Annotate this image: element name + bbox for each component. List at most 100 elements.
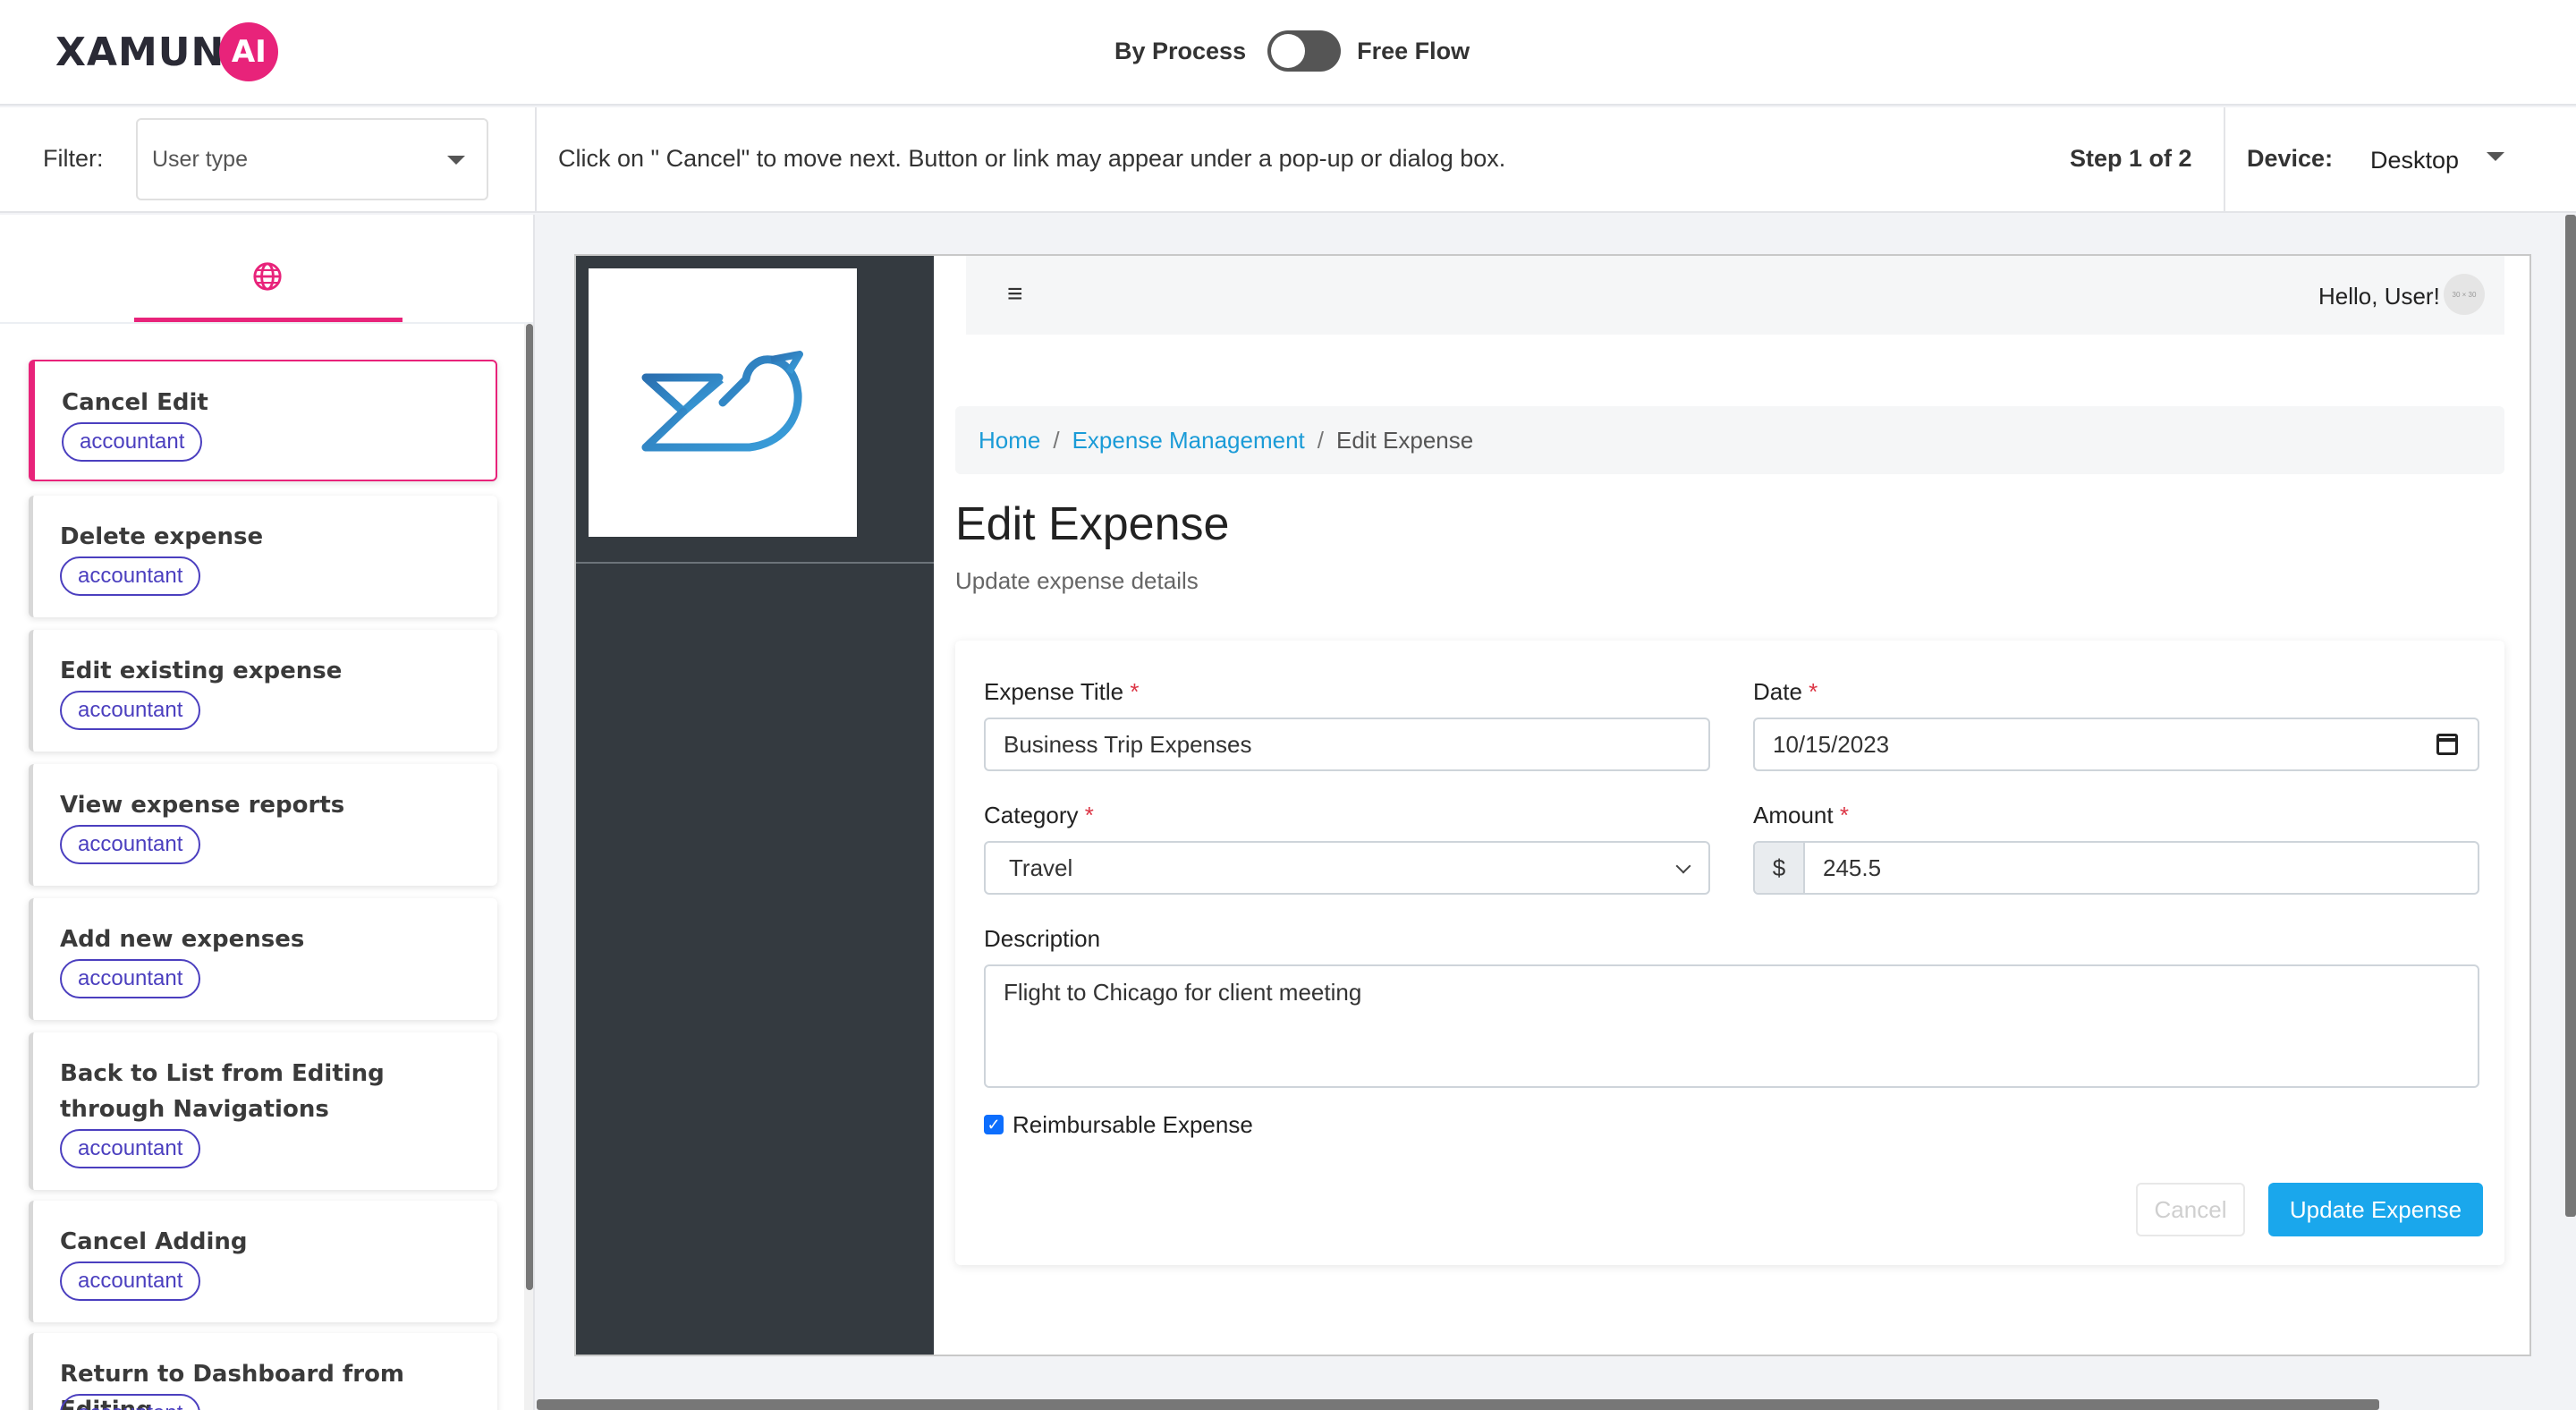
avatar-placeholder-text: 30 × 30 [2452,290,2477,299]
avatar[interactable]: 30 × 30 [2444,274,2485,315]
role-badge: accountant [60,825,201,864]
scenario-title: Cancel Edit [62,389,208,416]
breadcrumb-current: Edit Expense [1336,426,1474,454]
cancel-button[interactable]: Cancel [2136,1183,2245,1236]
scenario-card-add-new-expenses[interactable]: Add new expenses accountant [29,898,497,1020]
input-value: Business Trip Expenses [1004,730,1252,758]
breadcrumb: Home / Expense Management / Edit Expense [955,406,2504,474]
device-select[interactable]: Desktop [2370,147,2459,174]
calendar-icon[interactable] [2436,734,2458,755]
app-topbar: ≡ Hello, User! 30 × 30 [966,256,2504,335]
app-sidebar [576,256,934,1355]
textarea-value: Flight to Chicago for client meeting [1004,979,1362,1006]
select-value: Travel [1009,854,1073,881]
update-expense-button[interactable]: Update Expense [2268,1183,2483,1236]
reimbursable-label[interactable]: Reimbursable Expense [1013,1111,1253,1139]
breadcrumb-separator: / [1317,426,1324,454]
breadcrumb-expense-management-link[interactable]: Expense Management [1072,427,1305,454]
divider [2224,107,2225,213]
caret-down-icon [447,156,465,165]
expense-title-label: Expense Title * [984,678,1139,706]
scenario-card-view-expense-reports[interactable]: View expense reports accountant [29,764,497,886]
tab-underline [0,322,533,324]
scenario-title: Edit existing expense [60,658,343,684]
amount-input[interactable]: $ 245.5 [1753,841,2479,895]
scenario-sidebar: Cancel Edit accountant Delete expense ac… [0,215,535,1410]
user-type-filter-select[interactable]: User type [136,118,488,200]
sidebar-scrollbar[interactable] [524,324,533,1410]
required-mark: * [1084,802,1094,828]
date-label: Date * [1753,678,1818,706]
globe-icon [253,262,282,291]
scenario-title: Back to List from Editing through Naviga… [60,1060,385,1123]
xamun-logo: XAMUN AI [55,21,279,82]
divider [535,107,537,213]
role-badge: accountant [60,1394,201,1410]
scenario-card-return-to-dashboard[interactable]: Return to Dashboard from Editing account… [29,1333,497,1410]
category-label: Category * [984,802,1094,829]
role-badge: accountant [60,1129,201,1168]
label-text: Expense Title [984,678,1124,705]
envelope-bird-icon [641,351,803,452]
scenario-title: Delete expense [60,523,264,550]
label-text: Category [984,802,1079,828]
date-input[interactable]: 10/15/2023 [1753,718,2479,771]
required-mark: * [1809,678,1818,705]
amount-label: Amount * [1753,802,1849,829]
scenario-title: View expense reports [60,792,345,819]
mode-toggle: By Process Free Flow [1114,30,1470,72]
mode-by-process-label: By Process [1114,37,1247,64]
required-mark: * [1130,678,1140,705]
preview-area: ≡ Hello, User! 30 × 30 Home / Expense Ma… [537,215,2576,1410]
role-badge: accountant [60,1261,201,1301]
role-badge: accountant [60,959,201,998]
filter-label: Filter: [43,145,104,172]
expense-title-input[interactable]: Business Trip Expenses [984,718,1710,771]
preview-vertical-scrollbar[interactable] [2565,215,2576,1217]
filter-value: User type [152,147,248,172]
device-label: Device: [2247,145,2334,172]
breadcrumb-separator: / [1053,426,1060,454]
edit-expense-form: Expense Title * Business Trip Expenses D… [955,641,2504,1265]
tab-globe[interactable] [134,215,402,322]
page-title: Edit Expense [955,498,1230,550]
scenario-card-cancel-edit[interactable]: Cancel Edit accountant [29,360,497,481]
step-counter: Step 1 of 2 [2070,145,2192,172]
instruction-bar: Filter: User type Click on " Cancel" to … [0,107,2576,213]
app-preview-frame: ≡ Hello, User! 30 × 30 Home / Expense Ma… [574,254,2531,1356]
scenario-card-edit-existing-expense[interactable]: Edit existing expense accountant [29,630,497,752]
input-value: 245.5 [1823,854,1882,881]
role-badge: accountant [62,422,203,462]
mode-free-flow-label: Free Flow [1357,37,1470,64]
scrollbar-thumb[interactable] [526,324,533,1290]
app-logo [589,268,857,537]
reimbursable-checkbox[interactable]: ✓ [984,1115,1004,1134]
required-mark: * [1839,802,1849,828]
device-caret-down-icon[interactable] [2487,152,2504,161]
label-text: Amount [1753,802,1834,828]
preview-horizontal-scrollbar[interactable] [537,1399,2379,1410]
role-badge: accountant [60,556,201,596]
hamburger-menu-icon[interactable]: ≡ [1007,279,1023,310]
description-label: Description [984,925,1101,952]
app-sidebar-divider [576,562,934,564]
role-badge: accountant [60,691,201,730]
scenario-title: Add new expenses [60,926,305,953]
currency-prefix: $ [1755,843,1805,893]
mode-switch-knob [1271,34,1306,68]
logo-text: XAMUN [55,29,225,75]
chevron-down-icon [1675,858,1691,874]
breadcrumb-home-link[interactable]: Home [979,427,1040,454]
scenario-card-delete-expense[interactable]: Delete expense accountant [29,496,497,617]
scenario-card-cancel-adding[interactable]: Cancel Adding accountant [29,1201,497,1322]
top-bar: XAMUN AI By Process Free Flow [0,0,2576,106]
scenario-title: Cancel Adding [60,1228,248,1255]
input-value: 10/15/2023 [1773,730,1890,758]
category-select[interactable]: Travel [984,841,1710,895]
page-subtitle: Update expense details [955,567,1199,594]
mode-switch[interactable] [1267,30,1342,72]
scenario-card-back-to-list[interactable]: Back to List from Editing through Naviga… [29,1032,497,1190]
step-instruction: Click on " Cancel" to move next. Button … [558,145,1506,172]
logo-ai-badge: AI [219,22,279,81]
description-textarea[interactable]: Flight to Chicago for client meeting [984,964,2479,1088]
